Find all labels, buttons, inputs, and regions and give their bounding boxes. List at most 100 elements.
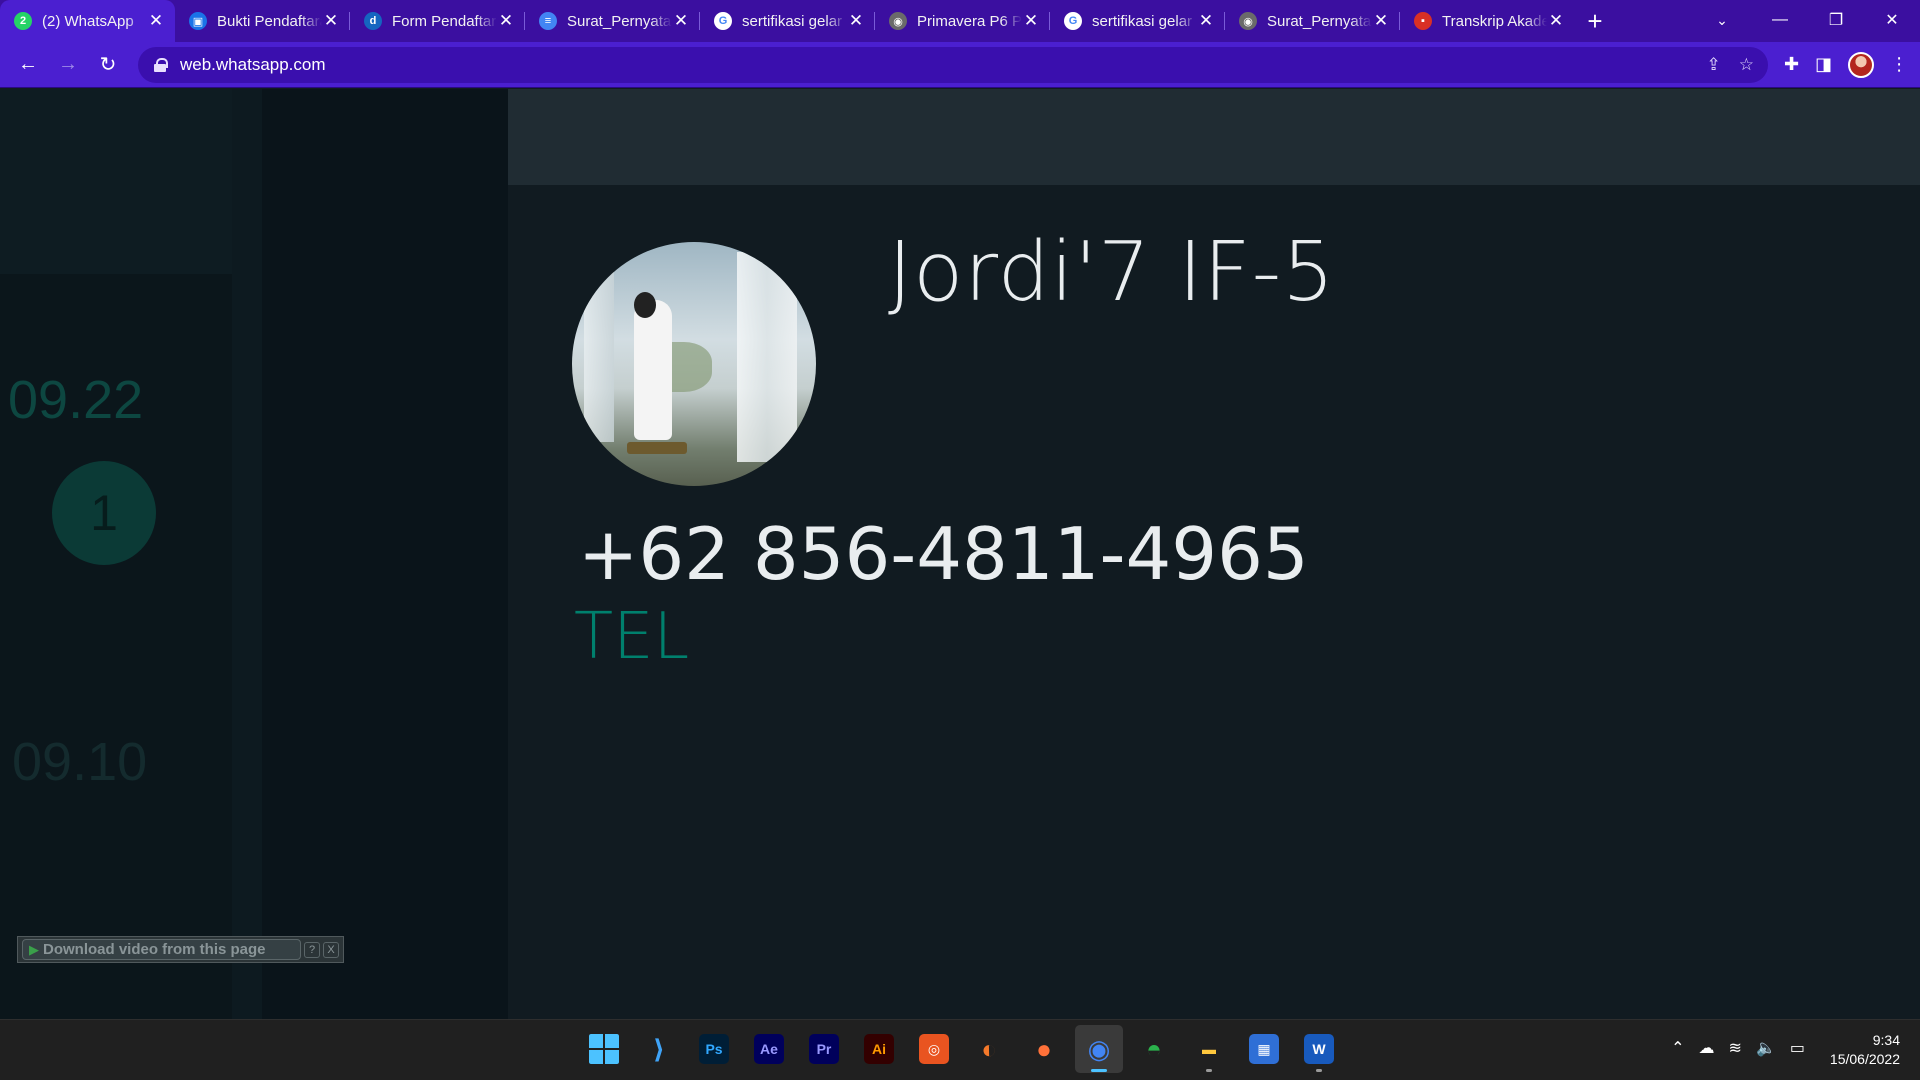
internet-download-manager-taskbar-button[interactable]: ◓ — [1130, 1025, 1178, 1073]
window-controls: — ❐ ✕ — [1752, 0, 1920, 40]
pdf-icon: ▪ — [1414, 12, 1432, 30]
tab-3[interactable]: ≡ Surat_Pernyataan✕ — [525, 0, 700, 42]
illustrator-taskbar-button[interactable]: Ai — [855, 1025, 903, 1073]
blender-icon: ◐ — [981, 1033, 997, 1064]
after-effects-icon: Ae — [754, 1034, 784, 1064]
minimize-icon[interactable]: — — [1752, 0, 1808, 40]
back-arrow-icon[interactable]: ← — [8, 47, 48, 83]
microsoft-store-taskbar-button[interactable]: ▦ — [1240, 1025, 1288, 1073]
ghost-column — [262, 89, 508, 1019]
tab-title: Bukti Pendaftaran — [217, 12, 322, 30]
tab-title: sertifikasi gelar — [742, 12, 843, 30]
word-taskbar-button[interactable]: W — [1295, 1025, 1343, 1073]
download-video-button[interactable]: ▶ Download video from this page — [22, 939, 301, 960]
blender-taskbar-button[interactable]: ◐ — [965, 1025, 1013, 1073]
running-indicator — [1206, 1069, 1212, 1072]
microsoft-store-icon: ▦ — [1249, 1034, 1279, 1064]
extensions-puzzle-icon[interactable]: ✚ — [1784, 54, 1799, 75]
reload-icon[interactable]: ↻ — [88, 47, 128, 83]
vscode-taskbar-button[interactable]: ⟩ — [635, 1025, 683, 1073]
share-icon[interactable]: ⇪ — [1707, 55, 1721, 75]
system-tray: ⌃ ☁ ≋ 🔈 ▭ — [1671, 1038, 1805, 1058]
photoshop-taskbar-button[interactable]: Ps — [690, 1025, 738, 1073]
lock-icon[interactable] — [154, 57, 168, 72]
tab-close-icon[interactable]: ✕ — [1547, 11, 1565, 31]
premiere-taskbar-button[interactable]: Pr — [800, 1025, 848, 1073]
tab-title: Form Pendaftaran — [392, 12, 497, 30]
address-bar[interactable]: web.whatsapp.com ⇪ ☆ — [138, 46, 1768, 83]
tab-2[interactable]: d Form Pendaftaran✕ — [350, 0, 525, 42]
globe-icon: ◉ — [1239, 12, 1257, 30]
tab-close-icon[interactable]: ✕ — [1372, 11, 1390, 31]
docs-icon: ≡ — [539, 12, 557, 30]
windows-start-icon — [589, 1034, 619, 1064]
clock-date: 15/06/2022 — [1829, 1051, 1900, 1067]
download-video-bar: ▶ Download video from this page ? X — [17, 936, 344, 963]
new-tab-button[interactable]: + — [1575, 0, 1615, 42]
tab-7[interactable]: ◉ Surat_Pernyataan✕ — [1225, 0, 1400, 42]
side-panel-icon[interactable]: ◨ — [1815, 54, 1832, 75]
chrome-taskbar-button[interactable]: ◉ — [1075, 1025, 1123, 1073]
photo-figure — [634, 300, 672, 440]
running-indicator — [1316, 1069, 1322, 1072]
contacts-icon: ▣ — [189, 12, 207, 30]
chrome-menu-icon[interactable]: ⋮ — [1890, 54, 1908, 75]
bookmark-star-icon[interactable]: ☆ — [1739, 55, 1754, 75]
close-window-icon[interactable]: ✕ — [1864, 0, 1920, 40]
play-icon: ▶ — [29, 941, 39, 957]
tab-close-icon[interactable]: ✕ — [497, 11, 515, 31]
firefox-taskbar-button[interactable]: ● — [1020, 1025, 1068, 1073]
tab-search-chevron-icon[interactable]: ⌄ — [1705, 0, 1739, 40]
ghost-divider — [232, 89, 262, 1019]
tray-chevron-icon[interactable]: ⌃ — [1671, 1038, 1684, 1058]
tab-title: Transkrip Akademik — [1442, 12, 1547, 30]
tab-list: 2(2) WhatsApp✕▣Bukti Pendaftaran✕dForm P… — [0, 0, 1575, 42]
tab-4[interactable]: Gsertifikasi gelar ✕ — [700, 0, 875, 42]
tab-close-icon[interactable]: ✕ — [1197, 11, 1215, 31]
taskbar-apps: ⟩ Ps Ae Pr Ai ◎ ◐ ● ◉ ◓ ▬ ▦ W — [580, 1025, 1343, 1073]
photoshop-icon: Ps — [699, 1034, 729, 1064]
browser-tab-strip: 2(2) WhatsApp✕▣Bukti Pendaftaran✕dForm P… — [0, 0, 1920, 42]
tab-6[interactable]: Gsertifikasi gelar ✕ — [1050, 0, 1225, 42]
tab-close-icon[interactable]: ✕ — [847, 11, 865, 31]
tab-8[interactable]: ▪ Transkrip Akademik✕ — [1400, 0, 1575, 42]
tab-close-icon[interactable]: ✕ — [322, 11, 340, 31]
onedrive-cloud-icon[interactable]: ☁ — [1699, 1038, 1715, 1058]
internet-download-manager-icon: ◓ — [1146, 1033, 1162, 1064]
close-icon[interactable]: X — [323, 941, 339, 958]
word-icon: W — [1304, 1034, 1334, 1064]
google-icon: G — [714, 12, 732, 30]
photo-head — [634, 292, 656, 318]
tab-title: Primavera P6 Pro — [917, 12, 1022, 30]
tab-close-icon[interactable]: ✕ — [672, 11, 690, 31]
tab-0[interactable]: 2 (2) WhatsApp ✕ — [0, 0, 175, 42]
contact-photo — [572, 242, 816, 486]
form-icon: d — [364, 12, 382, 30]
after-effects-taskbar-button[interactable]: Ae — [745, 1025, 793, 1073]
tab-close-icon[interactable]: ✕ — [147, 11, 165, 31]
windows-start-taskbar-button[interactable] — [580, 1025, 628, 1073]
file-explorer-icon: ▬ — [1202, 1041, 1216, 1057]
forward-arrow-icon[interactable]: → — [48, 47, 88, 83]
file-explorer-taskbar-button[interactable]: ▬ — [1185, 1025, 1233, 1073]
volume-icon[interactable]: 🔈 — [1756, 1038, 1776, 1058]
battery-icon[interactable]: ▭ — [1790, 1038, 1805, 1058]
chrome-icon: ◉ — [1087, 1033, 1111, 1064]
google-icon: G — [1064, 12, 1082, 30]
contact-card: Jordi'7 IF-5 +62 856-4811-4965 TEL — [508, 185, 1920, 1019]
tab-1[interactable]: ▣ Bukti Pendaftaran✕ — [175, 0, 350, 42]
help-icon[interactable]: ? — [304, 941, 320, 958]
clock-time: 9:34 — [1872, 1032, 1900, 1048]
ghost-block — [0, 89, 232, 274]
ubuntu-taskbar-button[interactable]: ◎ — [910, 1025, 958, 1073]
tab-close-icon[interactable]: ✕ — [1022, 11, 1040, 31]
tab-5[interactable]: ◉ Primavera P6 Pro✕ — [875, 0, 1050, 42]
photo-curtain-left — [584, 272, 614, 442]
profile-avatar-icon[interactable] — [1848, 51, 1875, 78]
unread-count-badge: 1 — [52, 461, 156, 565]
vscode-icon: ⟩ — [653, 1033, 665, 1064]
contact-phone-number[interactable]: +62 856-4811-4965 — [578, 512, 1309, 596]
clock[interactable]: 9:34 15/06/2022 — [1830, 1031, 1900, 1069]
wifi-icon[interactable]: ≋ — [1729, 1038, 1742, 1058]
restore-icon[interactable]: ❐ — [1808, 0, 1864, 40]
